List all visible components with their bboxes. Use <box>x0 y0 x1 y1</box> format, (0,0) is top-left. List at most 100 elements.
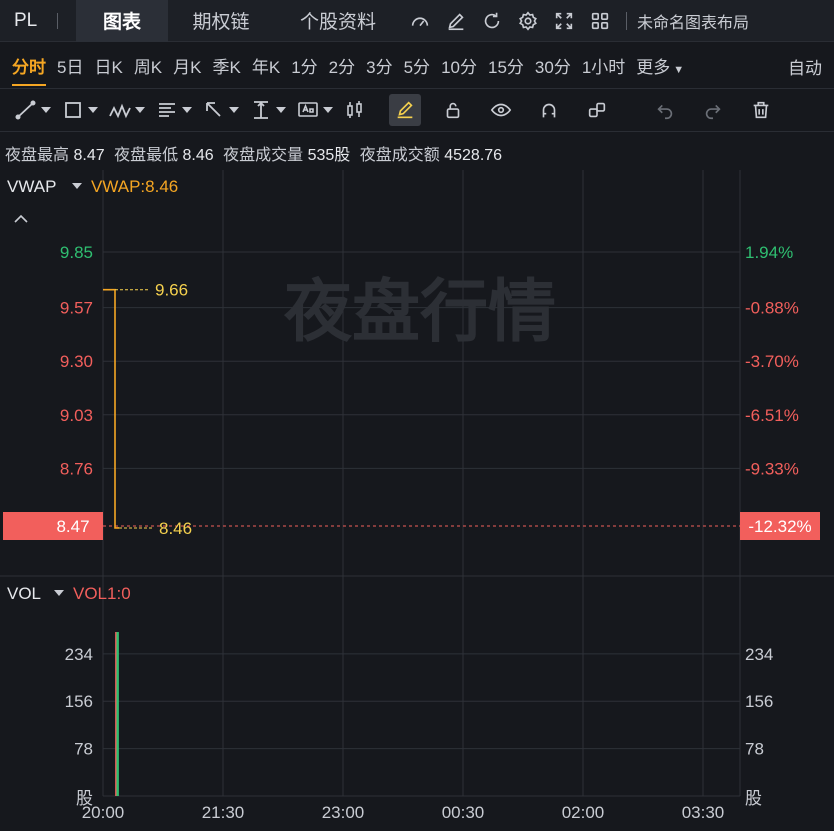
volume-unit-label-right: 股 <box>745 789 762 808</box>
pct-tick-label: -6.51% <box>745 406 799 425</box>
eye-icon <box>490 103 512 117</box>
drawing-toolbar <box>0 88 834 132</box>
x-tick-label: 03:30 <box>682 803 725 822</box>
volume-tick-label: 78 <box>74 740 93 759</box>
period-15m[interactable]: 15分 <box>488 53 524 78</box>
wave-icon <box>109 103 131 119</box>
volume-unit-label: 股 <box>76 789 93 808</box>
low-value: 8.46 <box>182 147 214 164</box>
period-weekly[interactable]: 周K <box>134 53 162 78</box>
redo-button[interactable] <box>697 94 729 126</box>
redo-icon <box>705 104 721 120</box>
price-tick-label: 9.03 <box>60 406 93 425</box>
price-indicator-name[interactable]: VWAP <box>7 177 56 196</box>
refresh-icon[interactable] <box>474 0 510 42</box>
text-icon <box>298 102 318 117</box>
caret-down-icon <box>88 107 98 113</box>
night-session-stats: 夜盘最高 8.47 夜盘最低 8.46 夜盘成交量 535股 夜盘成交额 452… <box>5 141 507 165</box>
link-button[interactable] <box>581 94 613 126</box>
grid-icon[interactable] <box>582 0 618 42</box>
undo-button[interactable] <box>649 94 681 126</box>
top-bar: PL 图表 期权链 个股资料 未命名图表布局 <box>0 0 834 42</box>
toolbar-divider <box>626 11 627 30</box>
watermark: 夜盘行情 <box>283 274 556 350</box>
gauge-icon[interactable] <box>402 0 438 42</box>
pencil-icon[interactable] <box>438 0 474 42</box>
x-tick-label: 02:00 <box>562 803 605 822</box>
wave-tool[interactable] <box>108 95 145 125</box>
rectangle-tool[interactable] <box>61 95 98 125</box>
period-5d[interactable]: 5日 <box>57 53 83 78</box>
low-label: 夜盘最低 <box>114 147 179 164</box>
layout-name[interactable]: 未命名图表布局 <box>637 9 749 33</box>
auto-scale-select[interactable]: 自动 <box>788 54 822 79</box>
caret-down-icon <box>182 107 192 113</box>
delete-button[interactable] <box>745 94 777 126</box>
period-5m[interactable]: 5分 <box>404 53 430 78</box>
tab-chart[interactable]: 图表 <box>76 0 168 42</box>
period-30m[interactable]: 30分 <box>535 53 571 78</box>
period-more[interactable]: 更多 ▼ <box>636 53 684 78</box>
volume-label: 夜盘成交量 <box>223 147 304 164</box>
chevron-up-icon[interactable] <box>14 214 28 223</box>
period-more-label: 更多 <box>636 57 671 77</box>
caret-down-icon <box>135 107 145 113</box>
link-icon <box>588 102 606 118</box>
period-intraday[interactable]: 分时 <box>12 53 46 86</box>
current-price-label: 8.47 <box>56 517 89 536</box>
fib-tool[interactable] <box>155 95 192 125</box>
volume-indicator-name[interactable]: VOL <box>7 584 41 603</box>
tab-stock-profile[interactable]: 个股资料 <box>274 0 402 42</box>
period-yearly[interactable]: 年K <box>252 53 280 78</box>
highlighter-icon <box>397 101 413 119</box>
volume-tick-label: 234 <box>65 645 93 664</box>
magnet-button[interactable] <box>533 94 565 126</box>
period-quarterly[interactable]: 季K <box>213 53 241 78</box>
high-label: 夜盘最高 <box>5 147 70 164</box>
price-tick-label: 9.57 <box>60 299 93 318</box>
gear-icon[interactable] <box>510 0 546 42</box>
text-tool[interactable] <box>296 95 333 125</box>
period-1h[interactable]: 1小时 <box>582 53 625 78</box>
measure-tool[interactable] <box>249 95 286 125</box>
volume-value: 535股 <box>307 147 351 164</box>
high-value: 8.47 <box>73 147 105 164</box>
price-volume-chart[interactable]: 夜盘行情 20:00 21:30 23:00 00:30 02:00 03:309.85 1… <box>0 170 834 831</box>
caret-down-icon[interactable] <box>72 183 82 189</box>
period-monthly[interactable]: 月K <box>173 53 201 78</box>
lock-button[interactable] <box>437 94 469 126</box>
trend-line-tool[interactable] <box>14 95 51 125</box>
volume-tick-label-right: 234 <box>745 645 773 664</box>
period-1m[interactable]: 1分 <box>291 53 317 78</box>
vol-value-label: VOL1:0 <box>73 584 131 603</box>
price-tick-label: 9.30 <box>60 352 93 371</box>
rectangle-icon <box>65 102 81 118</box>
vwap-value-label: VWAP:8.46 <box>91 177 178 196</box>
period-daily[interactable]: 日K <box>94 53 122 78</box>
arrow-tool[interactable] <box>202 95 239 125</box>
amount-label: 夜盘成交额 <box>359 147 440 164</box>
price-line <box>103 288 119 529</box>
amount-value: 4528.76 <box>444 147 503 164</box>
period-3m[interactable]: 3分 <box>366 53 392 78</box>
price-tick-label: 9.85 <box>60 243 93 262</box>
caret-down-icon[interactable] <box>54 590 64 596</box>
trash-icon <box>753 101 769 119</box>
tab-options-chain[interactable]: 期权链 <box>168 0 274 42</box>
grid-lines <box>0 170 834 797</box>
x-tick-label: 23:00 <box>322 803 365 822</box>
period-selector: 分时 5日 日K 周K 月K 季K 年K 1分 2分 3分 5分 10分 15分… <box>0 42 834 88</box>
pct-tick-label: 1.94% <box>745 243 793 262</box>
candle-icon <box>347 101 362 118</box>
caret-down-icon <box>276 107 286 113</box>
visibility-button[interactable] <box>485 94 517 126</box>
pct-tick-label: -9.33% <box>745 459 799 478</box>
fullscreen-icon[interactable] <box>546 0 582 42</box>
candle-tool[interactable] <box>343 95 367 125</box>
ticker-symbol[interactable]: PL <box>0 0 76 42</box>
period-2m[interactable]: 2分 <box>329 53 355 78</box>
magnet-icon <box>542 103 556 118</box>
highlighter-button[interactable] <box>389 94 421 126</box>
volume-tick-label: 156 <box>65 692 93 711</box>
period-10m[interactable]: 10分 <box>441 53 477 78</box>
